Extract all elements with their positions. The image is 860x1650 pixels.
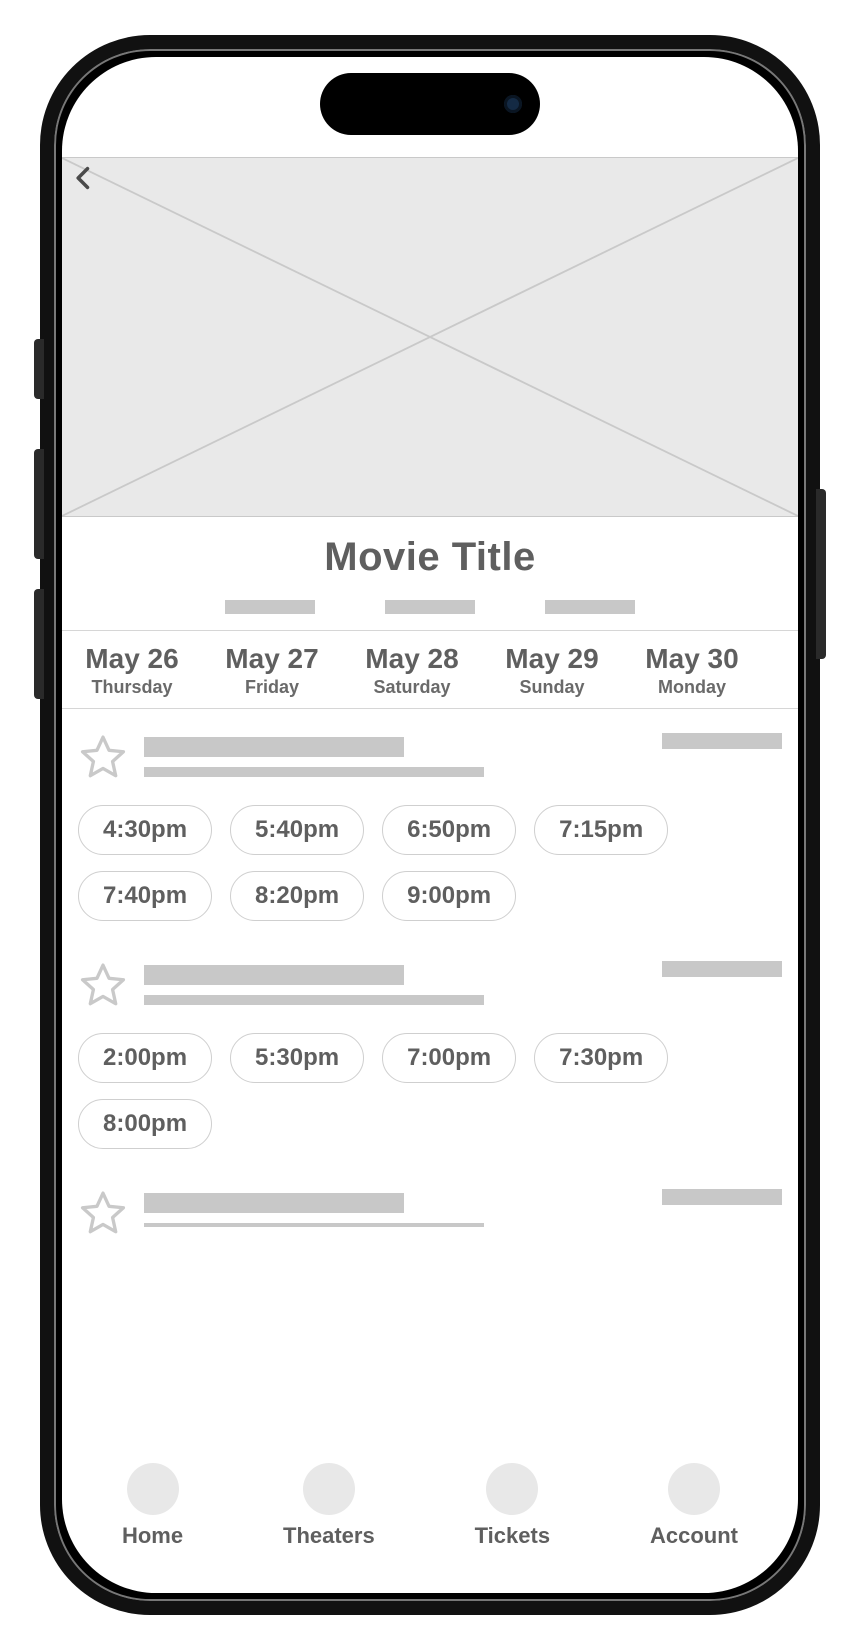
date-item[interactable]: May 27 Friday: [202, 631, 342, 708]
tab-home[interactable]: Home: [122, 1463, 183, 1549]
tab-label: Tickets: [475, 1523, 550, 1549]
tab-theaters[interactable]: Theaters: [283, 1463, 375, 1549]
theater-address-placeholder: [144, 767, 484, 777]
showtime-button[interactable]: 8:00pm: [78, 1099, 212, 1149]
screen: Movie Title May 26 Thursday May 27 Frida…: [62, 57, 798, 1593]
theater-card: [78, 1189, 782, 1239]
date-day: Saturday: [346, 677, 478, 698]
tab-label: Account: [650, 1523, 738, 1549]
theater-header: [78, 1189, 782, 1239]
showtime-button[interactable]: 7:30pm: [534, 1033, 668, 1083]
phone-frame: Movie Title May 26 Thursday May 27 Frida…: [40, 35, 820, 1615]
theaters-list[interactable]: 4:30pm 5:40pm 6:50pm 7:15pm 7:40pm 8:20p…: [62, 709, 798, 1445]
date-label: May 27: [206, 643, 338, 675]
theater-name-placeholder: [144, 965, 404, 985]
date-day: Thursday: [66, 677, 198, 698]
theater-card: 4:30pm 5:40pm 6:50pm 7:15pm 7:40pm 8:20p…: [78, 733, 782, 921]
placeholder-x-icon: [62, 158, 798, 516]
theater-name-placeholder: [144, 737, 404, 757]
showtimes-row: 4:30pm 5:40pm 6:50pm 7:15pm 7:40pm 8:20p…: [78, 805, 782, 921]
date-item[interactable]: May 28 Saturday: [342, 631, 482, 708]
movie-meta-row: [62, 600, 798, 614]
tab-account[interactable]: Account: [650, 1463, 738, 1549]
showtime-button[interactable]: 8:20pm: [230, 871, 364, 921]
date-label: May 26: [66, 643, 198, 675]
theater-info-placeholder: [144, 733, 646, 777]
movie-meta-placeholder: [225, 600, 315, 614]
volume-up-button[interactable]: [34, 449, 44, 559]
showtime-button[interactable]: 4:30pm: [78, 805, 212, 855]
theater-header: [78, 961, 782, 1011]
date-item[interactable]: May 26 Thursday: [62, 631, 202, 708]
back-button[interactable]: [70, 164, 114, 208]
chevron-left-icon: [70, 164, 98, 192]
theater-header: [78, 733, 782, 783]
star-outline-icon[interactable]: [78, 733, 128, 783]
date-label: May 28: [346, 643, 478, 675]
date-item[interactable]: May 30 Monday: [622, 631, 762, 708]
movie-title-block: Movie Title: [62, 517, 798, 630]
theater-address-placeholder: [144, 995, 484, 1005]
tab-home-icon: [127, 1463, 179, 1515]
showtime-button[interactable]: 2:00pm: [78, 1033, 212, 1083]
date-label: May 30: [626, 643, 758, 675]
date-item[interactable]: May 29 Sunday: [482, 631, 622, 708]
showtime-button[interactable]: 9:00pm: [382, 871, 516, 921]
showtime-button[interactable]: 7:15pm: [534, 805, 668, 855]
dynamic-island: [320, 73, 540, 135]
volume-down-button[interactable]: [34, 589, 44, 699]
tab-bar: Home Theaters Tickets Account: [62, 1445, 798, 1593]
movie-meta-placeholder: [545, 600, 635, 614]
tab-tickets[interactable]: Tickets: [475, 1463, 550, 1549]
showtime-button[interactable]: 7:00pm: [382, 1033, 516, 1083]
theater-address-placeholder: [144, 1223, 484, 1227]
movie-poster-placeholder: [62, 157, 798, 517]
showtime-button[interactable]: 7:40pm: [78, 871, 212, 921]
date-day: Sunday: [486, 677, 618, 698]
theater-card: 2:00pm 5:30pm 7:00pm 7:30pm 8:00pm: [78, 961, 782, 1149]
movie-meta-placeholder: [385, 600, 475, 614]
theater-distance-placeholder: [662, 1189, 782, 1205]
showtime-button[interactable]: 5:40pm: [230, 805, 364, 855]
date-scroller[interactable]: May 26 Thursday May 27 Friday May 28 Sat…: [62, 630, 798, 709]
movie-title: Movie Title: [62, 535, 798, 580]
theater-name-placeholder: [144, 1193, 404, 1213]
tab-label: Theaters: [283, 1523, 375, 1549]
star-outline-icon[interactable]: [78, 961, 128, 1011]
date-day: Friday: [206, 677, 338, 698]
theater-info-placeholder: [144, 961, 646, 1005]
tab-account-icon: [668, 1463, 720, 1515]
theater-info-placeholder: [144, 1189, 646, 1227]
star-outline-icon[interactable]: [78, 1189, 128, 1239]
volume-mute-button[interactable]: [34, 339, 44, 399]
power-button[interactable]: [816, 489, 826, 659]
tab-label: Home: [122, 1523, 183, 1549]
date-label: May 29: [486, 643, 618, 675]
tab-theaters-icon: [303, 1463, 355, 1515]
showtime-button[interactable]: 5:30pm: [230, 1033, 364, 1083]
tab-tickets-icon: [486, 1463, 538, 1515]
showtime-button[interactable]: 6:50pm: [382, 805, 516, 855]
theater-distance-placeholder: [662, 733, 782, 749]
theater-distance-placeholder: [662, 961, 782, 977]
showtimes-row: 2:00pm 5:30pm 7:00pm 7:30pm 8:00pm: [78, 1033, 782, 1149]
date-day: Monday: [626, 677, 758, 698]
